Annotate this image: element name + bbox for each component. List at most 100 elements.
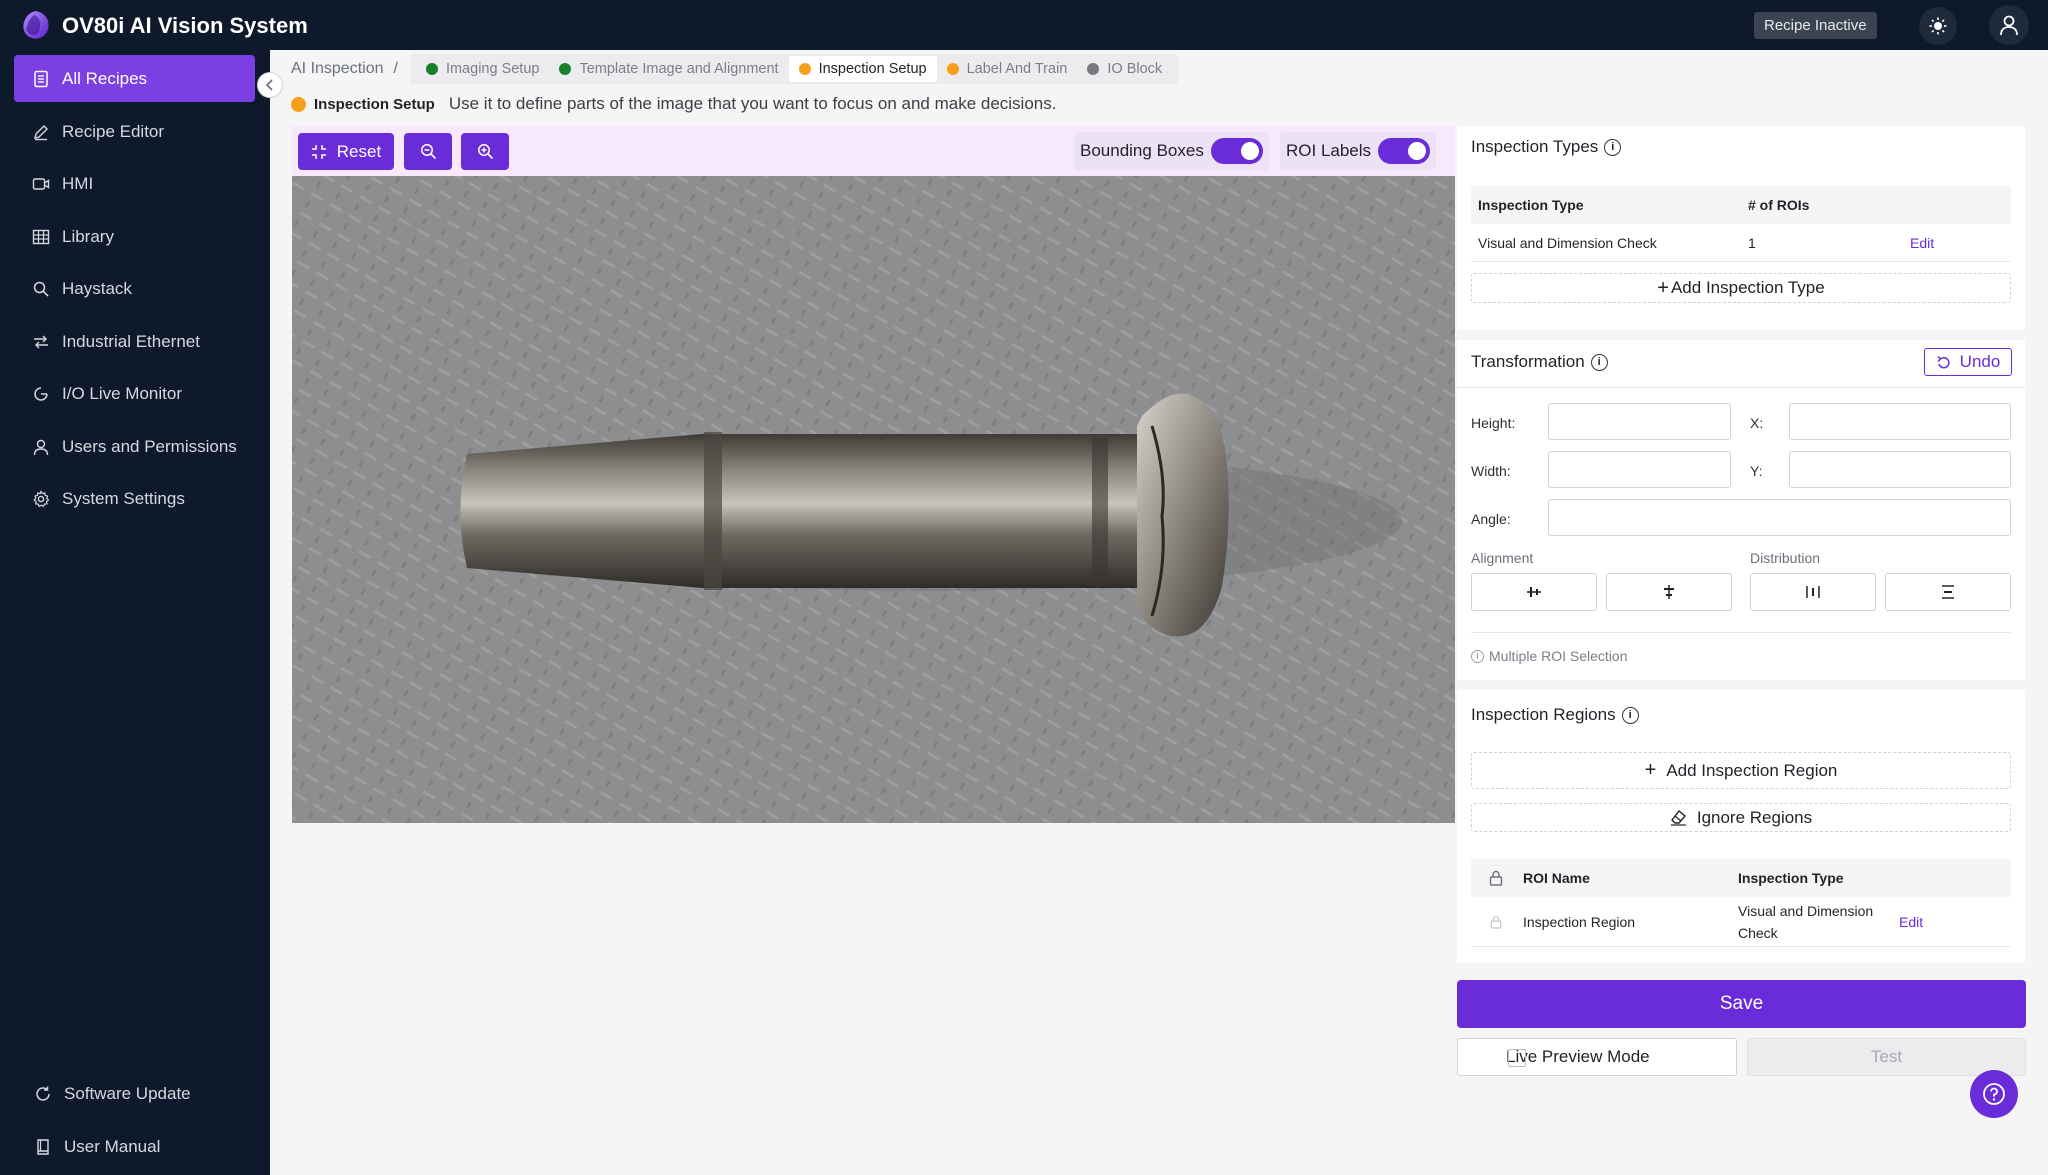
sidebar-item-recipe-editor[interactable]: Recipe Editor (14, 108, 255, 155)
save-button[interactable]: Save (1457, 980, 2026, 1028)
recipe-status-badge: Recipe Inactive (1754, 12, 1877, 39)
add-inspection-region-button[interactable]: + Add Inspection Region (1471, 752, 2011, 789)
sidebar-footer-label: User Manual (64, 1136, 161, 1156)
sun-icon (1929, 17, 1947, 35)
align-vertical-center-icon (1664, 585, 1674, 599)
image-toolbar: Reset Bounding Boxes ROI Labels (292, 126, 1455, 176)
roi-name-cell: Inspection Region (1523, 913, 1636, 930)
status-dot (798, 63, 811, 75)
distribute-horizontal-button[interactable] (1750, 573, 1876, 611)
sidebar-item-label: Industrial Ethernet (62, 331, 200, 351)
tab-label: Imaging Setup (445, 61, 540, 77)
divider (1457, 387, 2025, 388)
monitor-icon (34, 386, 48, 401)
lock-icon[interactable] (1490, 915, 1502, 929)
roi-labels-label: ROI Labels (1286, 141, 1372, 160)
status-dot (291, 96, 306, 112)
inspection-regions-panel: Inspection Regions i + Add Inspection Re… (1457, 690, 2025, 963)
angle-field[interactable] (1548, 499, 2011, 536)
inspection-types-panel: Inspection Types i Inspection Type # of … (1457, 126, 2025, 330)
zoom-out-icon (420, 144, 436, 160)
sidebar-item-haystack[interactable]: Haystack (14, 265, 255, 312)
sidebar-item-software-update[interactable]: Software Update (14, 1070, 255, 1117)
breadcrumb-root[interactable]: AI Inspection (270, 60, 384, 78)
edit-link[interactable]: Edit (1910, 235, 1934, 251)
info-icon[interactable]: i (1604, 138, 1622, 156)
width-field[interactable] (1548, 451, 1731, 488)
lock-icon[interactable] (1489, 870, 1503, 886)
live-preview-checkbox[interactable] (1508, 1049, 1526, 1067)
help-button[interactable] (1970, 1070, 2018, 1118)
breadcrumb: AI Inspection / Imaging Setup Template I… (270, 52, 1179, 86)
inspection-type-line: Visual and Dimension (1738, 902, 1874, 919)
user-icon (2000, 15, 2018, 36)
zoom-in-button[interactable] (461, 133, 509, 170)
tab-label-and-train[interactable]: Label And Train (937, 56, 1078, 82)
image-canvas[interactable] (292, 176, 1455, 823)
sidebar-item-all-recipes[interactable]: All Recipes (14, 55, 255, 102)
sidebar-item-io-live-monitor[interactable]: I/O Live Monitor (14, 370, 255, 417)
tab-label: IO Block (1107, 61, 1163, 77)
bounding-boxes-switch[interactable] (1210, 138, 1263, 164)
ethernet-icon (34, 335, 48, 348)
column-header: ROI Name (1523, 870, 1590, 886)
height-field[interactable] (1548, 403, 1731, 440)
align-horizontal-center-button[interactable] (1471, 573, 1597, 611)
collapse-sidebar-button[interactable] (257, 72, 283, 98)
add-inspection-type-label: Add Inspection Type (1670, 278, 1825, 297)
roi-count-cell: 1 (1748, 234, 1756, 251)
pen-icon (34, 124, 48, 140)
sidebar-item-label: Haystack (62, 278, 132, 298)
info-icon[interactable]: i (1590, 353, 1608, 371)
zoom-out-button[interactable] (404, 133, 452, 170)
info-icon[interactable]: i (1621, 706, 1639, 724)
distribute-horizontal-icon (1806, 586, 1820, 598)
tab-imaging-setup[interactable]: Imaging Setup (416, 56, 550, 82)
x-field[interactable] (1789, 403, 2011, 440)
sidebar-item-hmi[interactable]: HMI (14, 160, 255, 207)
tab-inspection-setup[interactable]: Inspection Setup (788, 56, 937, 82)
width-label: Width: (1471, 463, 1511, 479)
tab-template-alignment[interactable]: Template Image and Alignment (549, 56, 788, 82)
step-tabs: Imaging Setup Template Image and Alignme… (409, 54, 1179, 84)
tab-io-block[interactable]: IO Block (1077, 56, 1172, 82)
book-icon (37, 1138, 49, 1155)
live-preview-toggle[interactable]: Live Preview Mode (1457, 1038, 1737, 1076)
test-button[interactable]: Test (1747, 1038, 2026, 1076)
height-label: Height: (1471, 415, 1516, 431)
edit-link[interactable]: Edit (1899, 914, 1923, 930)
ignore-regions-button[interactable]: Ignore Regions (1471, 803, 2011, 832)
inspection-type-cell: Visual and Dimension Check (1738, 900, 1899, 944)
undo-button[interactable]: Undo (1924, 348, 2012, 376)
inspection-regions-title: Inspection Regions i (1471, 705, 1639, 725)
gear-icon (33, 489, 50, 507)
add-inspection-type-button[interactable]: + Add Inspection Type (1471, 273, 2011, 303)
sidebar: All Recipes Recipe Editor HMI Library Ha… (0, 50, 270, 1175)
theme-toggle-button[interactable] (1919, 7, 1957, 45)
tab-label: Inspection Setup (818, 61, 927, 77)
sidebar-item-system-settings[interactable]: System Settings (14, 475, 255, 522)
reset-button[interactable]: Reset (298, 133, 394, 170)
sidebar-item-users-permissions[interactable]: Users and Permissions (14, 423, 255, 470)
status-dot (425, 63, 438, 75)
roi-labels-switch[interactable] (1378, 138, 1431, 164)
logo-icon (23, 11, 49, 39)
undo-label: Undo (1959, 352, 2001, 371)
y-field[interactable] (1789, 451, 2011, 488)
divider (1471, 632, 2011, 633)
status-dot (559, 63, 572, 75)
add-inspection-region-label: Add Inspection Region (1666, 760, 1838, 780)
column-header: Inspection Type (1478, 197, 1584, 213)
reset-label: Reset (336, 141, 382, 161)
align-vertical-center-button[interactable] (1606, 573, 1732, 611)
transformation-panel: Transformation i Undo Height: X: Width: … (1457, 340, 2025, 680)
user-avatar-button[interactable] (1989, 5, 2029, 45)
status-dot (946, 63, 959, 75)
zoom-in-icon (477, 144, 493, 160)
sidebar-item-label: Users and Permissions (62, 436, 237, 456)
sidebar-item-industrial-ethernet[interactable]: Industrial Ethernet (14, 318, 255, 365)
sidebar-item-user-manual[interactable]: User Manual (14, 1123, 255, 1170)
sidebar-item-label: Library (62, 226, 114, 246)
distribute-vertical-button[interactable] (1885, 573, 2011, 611)
sidebar-item-library[interactable]: Library (14, 213, 255, 260)
